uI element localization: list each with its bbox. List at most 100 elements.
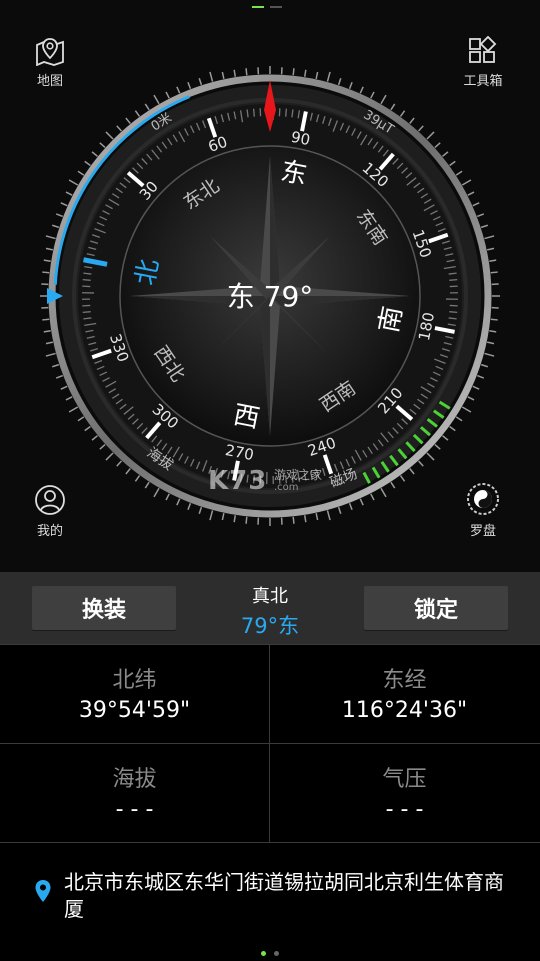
outer-tick bbox=[126, 469, 130, 474]
outer-tick bbox=[92, 436, 97, 440]
latitude-label: 北纬 bbox=[0, 662, 269, 694]
outer-tick bbox=[177, 87, 180, 93]
outer-tick bbox=[42, 319, 49, 320]
outer-tick bbox=[52, 365, 59, 367]
outer-tick bbox=[316, 72, 317, 79]
outer-tick bbox=[473, 203, 479, 206]
outer-tick bbox=[419, 126, 424, 131]
outer-tick bbox=[491, 272, 498, 273]
outer-tick bbox=[435, 445, 440, 450]
outer-tick bbox=[85, 161, 91, 165]
outer-tick bbox=[410, 118, 414, 123]
outer-tick bbox=[52, 225, 59, 227]
outer-tick bbox=[350, 503, 353, 510]
latitude-cell: 北纬 39°54'59" bbox=[0, 644, 269, 742]
outer-tick bbox=[69, 180, 78, 185]
outer-tick bbox=[117, 126, 122, 131]
outer-tick bbox=[316, 513, 317, 520]
watermark: K73 游戏之家 .com bbox=[208, 466, 267, 496]
outer-tick bbox=[61, 203, 67, 206]
page-dot bbox=[274, 951, 279, 956]
outer-tick bbox=[210, 510, 213, 520]
outer-tick bbox=[246, 517, 247, 524]
outer-tick bbox=[154, 488, 159, 497]
outer-tick bbox=[435, 143, 440, 148]
outer-tick bbox=[42, 272, 49, 273]
action-bar: 换装 真北 79°东 锁定 bbox=[0, 572, 540, 644]
true-north-label: 真北 bbox=[200, 582, 340, 608]
outer-tick bbox=[462, 180, 471, 185]
pressure-value: - - - bbox=[270, 797, 539, 822]
outer-tick bbox=[484, 236, 494, 239]
true-north-display: 真北 79°东 bbox=[200, 582, 340, 640]
altitude-label: 海拔 bbox=[0, 761, 269, 793]
outer-tick bbox=[327, 510, 330, 520]
page-indicator-bottom bbox=[261, 951, 279, 956]
outer-tick bbox=[305, 70, 306, 77]
lock-button[interactable]: 锁定 bbox=[364, 586, 508, 630]
outer-tick bbox=[246, 68, 247, 75]
map-pin-icon bbox=[34, 36, 66, 66]
outer-tick bbox=[78, 171, 84, 175]
grid-apps-icon bbox=[467, 36, 499, 66]
outer-tick bbox=[44, 260, 51, 261]
pressure-label: 气压 bbox=[270, 761, 539, 793]
pressure-cell: 气压 - - - bbox=[270, 743, 539, 841]
compass-screen: 地图 工具箱 我的 罗盘 bbox=[0, 0, 540, 572]
outer-tick bbox=[487, 248, 494, 249]
outer-tick bbox=[468, 192, 474, 195]
outer-tick bbox=[78, 417, 84, 421]
outer-tick bbox=[222, 72, 223, 79]
outer-tick bbox=[92, 152, 97, 156]
outer-tick bbox=[66, 397, 72, 400]
outer-tick bbox=[44, 331, 51, 332]
address-bar[interactable]: 北京市东城区东华门街道锡拉胡同北京利生体育商厦 bbox=[0, 842, 540, 961]
true-north-value: 79°东 bbox=[200, 610, 340, 640]
outer-tick bbox=[154, 95, 159, 104]
outer-tick bbox=[481, 225, 488, 227]
outer-tick bbox=[327, 72, 330, 82]
altitude-cell: 海拔 - - - bbox=[0, 743, 269, 841]
page-indicator-top bbox=[252, 6, 282, 8]
outer-tick bbox=[391, 104, 395, 110]
divider bbox=[0, 644, 540, 645]
outer-tick bbox=[61, 386, 67, 389]
outer-tick bbox=[360, 87, 363, 93]
outer-tick bbox=[468, 397, 474, 400]
outer-tick bbox=[462, 407, 471, 412]
outer-tick bbox=[450, 161, 456, 165]
outer-tick bbox=[106, 453, 113, 460]
outer-tick bbox=[234, 515, 235, 522]
outer-tick bbox=[450, 426, 456, 430]
divider bbox=[269, 644, 270, 842]
outer-tick bbox=[199, 507, 201, 514]
outer-tick bbox=[188, 82, 191, 89]
latitude-value: 39°54'59" bbox=[0, 698, 269, 723]
page-dot bbox=[261, 951, 266, 956]
outer-tick bbox=[199, 78, 201, 85]
degree-tick bbox=[254, 109, 255, 117]
compass-dial[interactable]: 北东北东东南南西南西西北 306090120150180210240270300… bbox=[40, 66, 500, 526]
degree-tick bbox=[83, 280, 91, 281]
outer-tick bbox=[381, 95, 386, 104]
swap-skin-button[interactable]: 换装 bbox=[32, 586, 176, 630]
outer-tick bbox=[234, 70, 235, 77]
page-dot bbox=[270, 6, 282, 8]
address-text: 北京市东城区东华门街道锡拉胡同北京利生体育商厦 bbox=[64, 869, 504, 923]
outer-tick bbox=[166, 92, 169, 98]
profile-label: 我的 bbox=[37, 524, 63, 539]
outer-tick bbox=[117, 461, 122, 466]
outer-tick bbox=[46, 342, 53, 343]
outer-tick bbox=[489, 331, 496, 332]
outer-tick bbox=[126, 118, 130, 123]
longitude-label: 东经 bbox=[270, 662, 539, 694]
outer-tick bbox=[69, 407, 78, 412]
outer-tick bbox=[293, 517, 294, 524]
heading-readout: 东 79° bbox=[227, 280, 314, 313]
longitude-value: 116°24'36" bbox=[270, 698, 539, 723]
outer-tick bbox=[481, 365, 488, 367]
outer-tick bbox=[427, 132, 434, 139]
outer-tick bbox=[489, 260, 496, 261]
outer-tick bbox=[46, 353, 56, 356]
outer-tick bbox=[56, 376, 63, 379]
